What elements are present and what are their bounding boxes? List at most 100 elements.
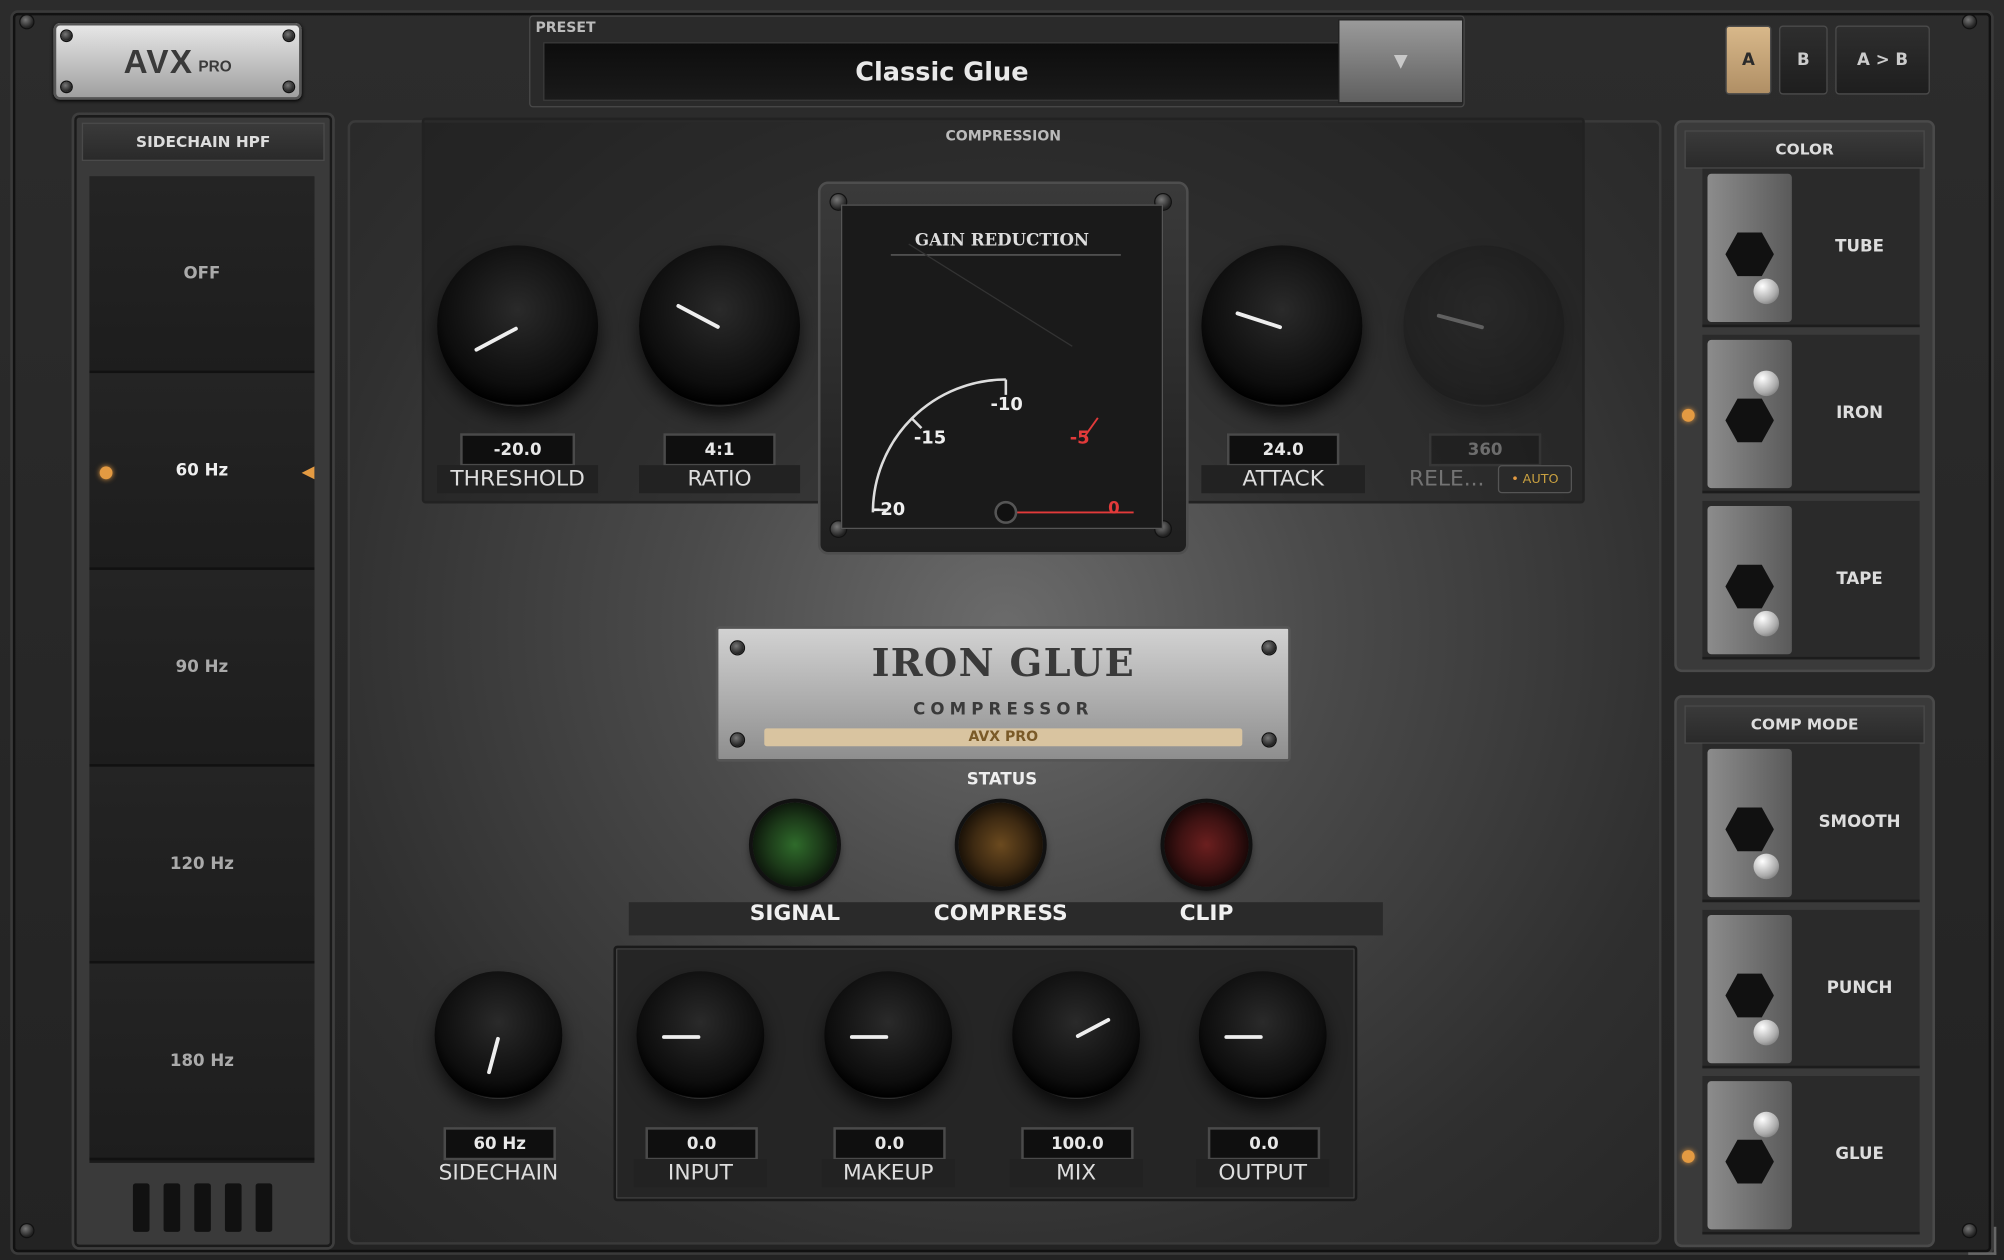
input-label: INPUT — [633, 1159, 767, 1188]
toggle-switch — [1707, 914, 1792, 1064]
output-value[interactable]: 0.0 — [1207, 1127, 1321, 1161]
screw-icon — [1963, 15, 1976, 29]
color-option-tape[interactable]: TAPE — [1702, 500, 1920, 660]
attack-value[interactable]: 24.0 — [1226, 433, 1340, 467]
status-title: STATUS — [966, 770, 1038, 790]
output-knob[interactable] — [1198, 971, 1327, 1099]
comp-mode-option-glue[interactable]: GLUE — [1702, 1075, 1920, 1235]
screw-icon — [283, 81, 294, 93]
comp-mode-option-smooth[interactable]: SMOOTH — [1702, 743, 1920, 903]
input-knob[interactable] — [636, 971, 765, 1099]
ratio-knob[interactable] — [639, 245, 801, 407]
hpf-selected-indicator — [99, 466, 113, 480]
color-option-label: TAPE — [1836, 569, 1883, 590]
hpf-option-off[interactable]: OFF — [89, 176, 315, 374]
hpf-option-180hz[interactable]: 180 Hz — [89, 963, 315, 1161]
nameplate-subtitle: COMPRESSOR — [913, 700, 1094, 720]
screw-icon — [20, 15, 34, 29]
toggle-lever-icon — [1753, 1111, 1780, 1138]
comp-mode-option-label: SMOOTH — [1818, 812, 1901, 832]
input-value[interactable]: 0.0 — [645, 1127, 758, 1161]
knob-indicator — [1436, 313, 1485, 330]
comp-mode-panel: COMP MODE SMOOTH PUNCH GLUE — [1674, 695, 1935, 1248]
comp-mode-selected-indicator — [1681, 1150, 1695, 1163]
sidechain-value[interactable]: 60 Hz — [443, 1127, 556, 1161]
preset-field[interactable]: Classic Glue — [543, 42, 1341, 101]
meter-scale-label: -5 — [1069, 428, 1090, 449]
resize-handle-icon[interactable] — [1968, 1226, 1997, 1255]
screw-icon — [1262, 733, 1276, 747]
nameplate-brand: AVX PRO — [764, 728, 1243, 747]
vent-slot — [163, 1183, 181, 1232]
attack-knob[interactable] — [1201, 245, 1363, 407]
color-option-label: TUBE — [1835, 237, 1885, 257]
auto-release-button[interactable]: • AUTO — [1497, 465, 1573, 494]
output-label: OUTPUT — [1196, 1159, 1330, 1188]
hpf-option-120hz[interactable]: 120 Hz — [89, 766, 315, 964]
color-title: COLOR — [1684, 130, 1925, 169]
hpf-option-90hz[interactable]: 90 Hz — [89, 569, 315, 767]
clip-led — [1164, 802, 1249, 887]
logo-main: AVX — [123, 41, 194, 80]
vent-slot — [255, 1183, 273, 1232]
makeup-knob[interactable] — [824, 971, 953, 1099]
nameplate-title: IRON GLUE — [871, 641, 1135, 687]
ab-button-b[interactable]: B — [1779, 25, 1828, 95]
preset-dropdown-button[interactable]: ▼ — [1338, 19, 1464, 104]
threshold-knob[interactable] — [437, 245, 599, 407]
auto-label: AUTO — [1522, 472, 1559, 487]
signal-label: SIGNAL — [749, 900, 841, 927]
toggle-lever-icon — [1753, 853, 1780, 880]
meter-scale-label: -15 — [913, 428, 947, 449]
release-value[interactable]: 360 — [1428, 433, 1542, 467]
product-nameplate: IRON GLUE COMPRESSOR AVX PRO — [715, 626, 1291, 762]
mix-value[interactable]: 100.0 — [1021, 1127, 1134, 1161]
toggle-switch — [1707, 506, 1792, 655]
knob-indicator — [662, 1035, 701, 1039]
sidechain-hpf-panel: SIDECHAIN HPF OFF 60 Hz 90 Hz 120 Hz 180… — [71, 112, 335, 1250]
meter-scale-label: -20 — [872, 499, 906, 521]
meter-scale — [871, 243, 1134, 524]
screw-icon — [61, 81, 72, 93]
auto-led-icon: • — [1511, 472, 1519, 487]
mix-knob[interactable] — [1012, 971, 1141, 1099]
toggle-lever-icon — [1753, 370, 1780, 397]
knob-indicator — [675, 303, 721, 330]
ab-copy-button[interactable]: A > B — [1835, 25, 1930, 95]
ab-button-a[interactable]: A — [1725, 25, 1772, 95]
compress-label: COMPRESS — [933, 900, 1068, 927]
vent-slot — [194, 1183, 211, 1232]
clip-label: CLIP — [1179, 900, 1234, 927]
comp-mode-option-punch[interactable]: PUNCH — [1702, 909, 1920, 1069]
knob-indicator — [1235, 310, 1283, 330]
color-option-tube[interactable]: TUBE — [1702, 168, 1920, 328]
toggle-switch — [1707, 748, 1792, 898]
release-label: RELE... — [1409, 466, 1485, 492]
toggle-base-icon — [1725, 1139, 1774, 1184]
threshold-value[interactable]: -20.0 — [460, 433, 576, 467]
toggle-switch — [1707, 339, 1792, 489]
meter-scale-label: -10 — [990, 394, 1023, 416]
release-knob[interactable] — [1403, 245, 1565, 407]
attack-label: ATTACK — [1201, 465, 1365, 494]
knob-indicator — [849, 1035, 889, 1039]
makeup-value[interactable]: 0.0 — [833, 1127, 946, 1161]
makeup-label: MAKEUP — [821, 1159, 955, 1188]
sidechain-knob[interactable] — [434, 971, 563, 1099]
toggle-lever-icon — [1753, 610, 1780, 637]
compress-led — [958, 802, 1043, 887]
screw-icon — [20, 1224, 34, 1237]
screw-icon — [283, 30, 294, 41]
comp-mode-option-label: PUNCH — [1826, 978, 1893, 999]
color-option-iron[interactable]: IRON — [1702, 334, 1920, 494]
comp-mode-title: COMP MODE — [1684, 705, 1925, 744]
logo-sub: PRO — [198, 57, 232, 76]
sidechain-label: SIDECHAIN — [438, 1160, 559, 1186]
comp-mode-option-label: GLUE — [1835, 1144, 1884, 1165]
hpf-option-60hz[interactable]: 60 Hz — [89, 373, 315, 570]
ratio-value[interactable]: 4:1 — [663, 433, 776, 467]
meter-scale-label: 0 — [1108, 499, 1120, 519]
hpf-option-list: OFF 60 Hz 90 Hz 120 Hz 180 Hz — [89, 176, 315, 1163]
toggle-base-icon — [1725, 398, 1774, 443]
knob-indicator — [1224, 1035, 1263, 1039]
